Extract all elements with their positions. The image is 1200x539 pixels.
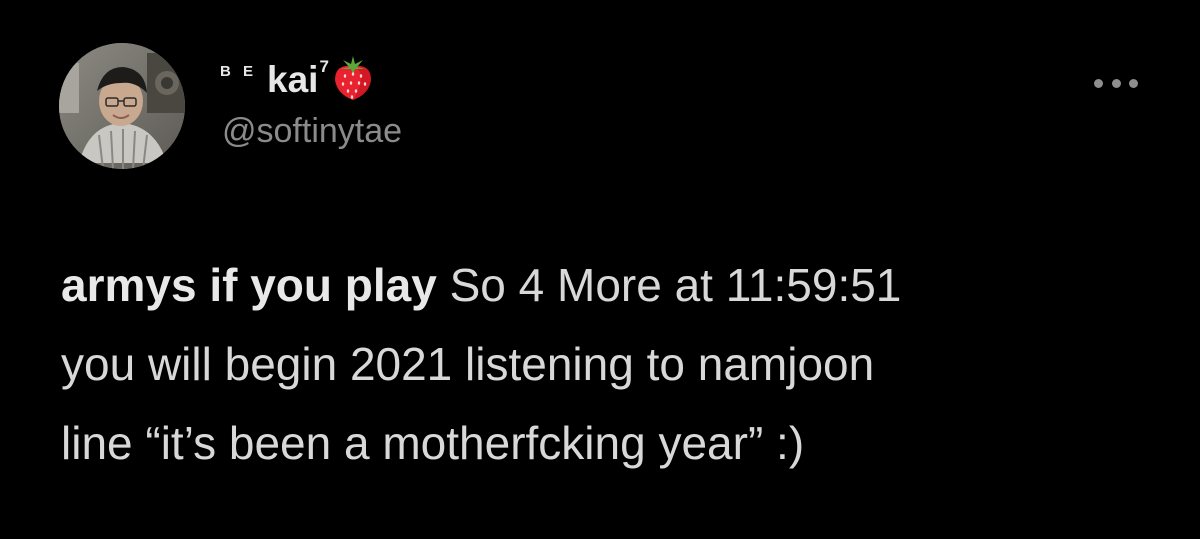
more-dot	[1129, 78, 1138, 88]
author-name-superscript: 7	[319, 57, 329, 76]
tweet-line-2: you will begin 2021 listening to namjoon	[61, 338, 875, 390]
author-name-prefix: B E	[220, 62, 258, 80]
more-dot	[1094, 78, 1103, 88]
more-options-icon[interactable]	[1094, 71, 1138, 95]
author-name: kai	[267, 59, 319, 100]
avatar[interactable]	[59, 43, 185, 169]
tweet-line-1-rest: So 4 More at 11:59:51	[436, 259, 902, 311]
tweet-card: B E kai 7 @softinytae armys if you play …	[0, 0, 1200, 539]
author-name-row[interactable]: B E kai 7	[220, 52, 375, 108]
tweet-line-3: line “it’s been a motherfcking year” :)	[61, 417, 805, 469]
tweet-line-1: armys if you play So 4 More at 11:59:51	[61, 246, 1171, 325]
tweet-text: armys if you play So 4 More at 11:59:51 …	[61, 246, 1171, 483]
strawberry-icon	[334, 56, 371, 100]
profile-photo	[59, 43, 185, 169]
author-handle[interactable]: @softinytae	[222, 112, 402, 151]
more-dot	[1111, 78, 1121, 88]
tweet-bold-text: armys if you play	[61, 259, 437, 311]
